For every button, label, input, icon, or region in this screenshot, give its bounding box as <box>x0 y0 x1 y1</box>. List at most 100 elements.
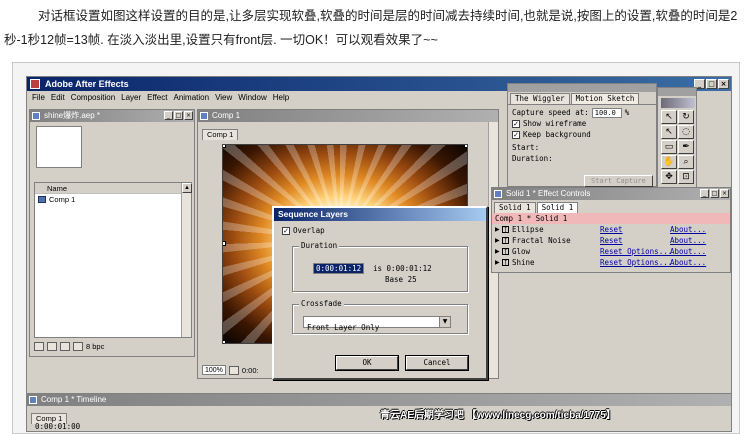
layer-handle[interactable] <box>223 241 226 246</box>
effect-reset-link[interactable]: Reset <box>600 235 623 246</box>
project-thumbnail <box>36 126 82 168</box>
effect-row[interactable]: ▶ ƒ Glow Reset Options... About... <box>492 246 730 257</box>
effect-about-link[interactable]: About... <box>670 235 706 246</box>
duration-input[interactable]: 0:00:01:12 <box>313 263 365 274</box>
effect-reset-link[interactable]: Reset Options... <box>600 246 672 257</box>
chevron-down-icon[interactable]: ▼ <box>439 317 450 327</box>
article-line-1: 对话框设置如图这样设置的目的是,让多层实现软叠,软叠的时间是层的时间减去持续时间… <box>38 9 738 23</box>
effect-tab-solid-active[interactable]: Solid 1 <box>536 202 579 213</box>
menu-edit[interactable]: Edit <box>48 91 68 105</box>
menu-composition[interactable]: Composition <box>68 91 118 105</box>
project-footer: 8 bpc <box>34 340 104 352</box>
comp-panel-title: Comp 1 <box>198 110 498 122</box>
menu-help[interactable]: Help <box>270 91 292 105</box>
crossfade-select[interactable]: Front Layer Only ▼ <box>303 316 451 332</box>
tab-wiggler[interactable]: The Wiggler <box>510 93 570 104</box>
pen-tool-icon[interactable]: ✒ <box>678 140 694 154</box>
dialog-title: Sequence Layers <box>274 208 486 221</box>
tools-palette: ↖ ↻ ↖ ◌ ▭ ✒ ✋ ⌕ ✥ ⊡ <box>657 87 697 189</box>
expand-triangle-icon[interactable]: ▶ <box>495 224 502 235</box>
timeline-current-time[interactable]: 0:00:01:00 <box>35 422 80 431</box>
project-item[interactable]: Comp 1 <box>35 194 191 205</box>
effect-row[interactable]: ▶ ƒ Ellipse Reset About... <box>492 224 730 235</box>
menu-layer[interactable]: Layer <box>118 91 144 105</box>
rotate-tool-icon[interactable]: ↻ <box>678 110 694 124</box>
zoom-select[interactable]: 100% <box>202 365 226 375</box>
panel-minimize-icon[interactable]: _ <box>700 189 709 198</box>
effect-reset-link[interactable]: Reset Options... <box>600 257 672 268</box>
overlap-checkbox[interactable]: ✓ <box>282 226 290 235</box>
layer-handle[interactable] <box>464 145 467 148</box>
effect-tab-solid[interactable]: Solid 1 <box>494 202 536 213</box>
project-scrollbar[interactable]: ▲ <box>181 183 192 337</box>
effect-controls-header: Comp 1 * Solid 1 <box>492 213 730 224</box>
keep-background-checkbox[interactable]: ✓ <box>512 130 520 139</box>
effect-about-link[interactable]: About... <box>670 224 706 235</box>
timeline-title: Comp 1 * Timeline <box>27 394 731 406</box>
menu-effect[interactable]: Effect <box>144 91 170 105</box>
effect-row[interactable]: ▶ ƒ Fractal Noise Reset About... <box>492 235 730 246</box>
expand-triangle-icon[interactable]: ▶ <box>495 257 502 268</box>
trash-icon[interactable] <box>73 341 83 351</box>
show-wireframe-checkbox[interactable]: ✓ <box>512 119 520 128</box>
panel-maximize-icon[interactable]: □ <box>174 111 183 120</box>
cancel-button[interactable]: Cancel <box>406 356 468 370</box>
panel-close-icon[interactable]: × <box>720 189 729 198</box>
current-time[interactable]: 0:00: <box>242 366 259 375</box>
panel-maximize-icon[interactable]: □ <box>710 189 719 198</box>
duration-label: Duration: <box>512 154 553 163</box>
app-title: Adobe After Effects <box>45 79 129 89</box>
effect-row[interactable]: ▶ ƒ Shine Reset Options... About... <box>492 257 730 268</box>
bpc-label[interactable]: 8 bpc <box>86 342 104 351</box>
overlap-row[interactable]: ✓ Overlap <box>282 226 325 235</box>
menu-view[interactable]: View <box>212 91 235 105</box>
column-header-name[interactable]: Name <box>35 183 191 194</box>
zoom-tool-icon[interactable]: ⌕ <box>678 155 694 169</box>
capture-speed-input[interactable]: 100.0 <box>591 107 622 118</box>
fx-toggle-icon[interactable]: ƒ <box>502 259 509 266</box>
panel-minimize-icon[interactable]: _ <box>164 111 173 120</box>
start-capture-button[interactable]: Start Capture <box>584 175 653 187</box>
fx-toggle-icon[interactable]: ƒ <box>502 226 509 233</box>
layer-handle[interactable] <box>223 340 226 343</box>
axis-tool-icon[interactable]: ✥ <box>661 170 677 184</box>
maximize-icon[interactable]: □ <box>706 79 717 89</box>
effect-reset-link[interactable]: Reset <box>600 224 623 235</box>
local-axis-tool-icon[interactable]: ⊡ <box>678 170 694 184</box>
layer-handle[interactable] <box>223 145 226 148</box>
ok-button[interactable]: OK <box>336 356 398 370</box>
menu-window[interactable]: Window <box>235 91 269 105</box>
show-wireframe-row[interactable]: ✓ Show wireframe <box>508 118 656 129</box>
comp-footer: 100% 0:00: <box>202 364 259 376</box>
fx-toggle-icon[interactable]: ƒ <box>502 248 509 255</box>
watermark: 青云AE后期学习吧 【www.linecg.com/tieba/1775】 <box>380 410 616 421</box>
tab-motion-sketch[interactable]: Motion Sketch <box>570 93 640 104</box>
new-folder-icon[interactable] <box>47 341 57 351</box>
hand-tool-icon[interactable]: ✋ <box>661 155 677 169</box>
keep-background-row[interactable]: ✓ Keep background <box>508 129 656 140</box>
snapshot-icon[interactable] <box>228 365 239 375</box>
duration-group: Duration 0:00:01:12 is 0:00:01:12 Base 2… <box>292 241 468 292</box>
effect-about-link[interactable]: About... <box>670 257 706 268</box>
mask-tool-icon[interactable]: ▭ <box>661 140 677 154</box>
find-icon[interactable] <box>34 341 44 351</box>
effect-about-link[interactable]: About... <box>670 246 706 257</box>
comp-tab[interactable]: Comp 1 <box>202 129 239 140</box>
scroll-up-icon[interactable]: ▲ <box>182 183 192 193</box>
crossfade-group: Crossfade Front Layer Only ▼ <box>292 299 468 334</box>
timeline-icon <box>29 396 37 404</box>
selection-tool-icon[interactable]: ↖ <box>661 110 677 124</box>
expand-triangle-icon[interactable]: ▶ <box>495 246 502 257</box>
article-line-2: 秒-1秒12帧=13帧. 在淡入淡出里,设置只有front层. 一切OK！可以观… <box>4 33 438 47</box>
menu-animation[interactable]: Animation <box>170 91 212 105</box>
fx-toggle-icon[interactable]: ƒ <box>502 237 509 244</box>
new-comp-icon[interactable] <box>60 341 70 351</box>
close-icon[interactable]: × <box>718 79 729 89</box>
orbit-camera-tool-icon[interactable]: ◌ <box>678 125 694 139</box>
project-icon <box>32 112 40 120</box>
composition-icon <box>38 196 46 203</box>
panel-close-icon[interactable]: × <box>184 111 193 120</box>
pan-behind-tool-icon[interactable]: ↖ <box>661 125 677 139</box>
menu-file[interactable]: File <box>29 91 48 105</box>
expand-triangle-icon[interactable]: ▶ <box>495 235 502 246</box>
